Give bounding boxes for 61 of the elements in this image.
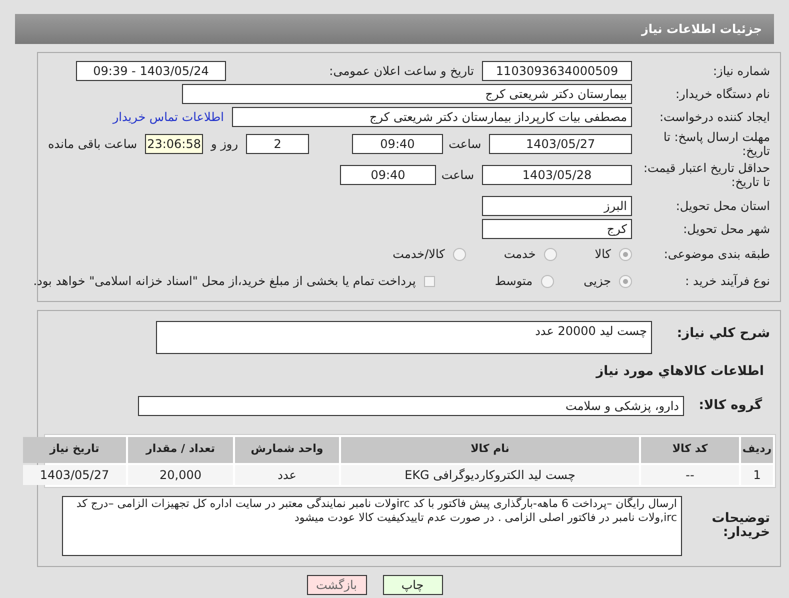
column-header: تعداد / مقدار [128,436,233,462]
checkbox-label: پرداخت تمام یا بخشی از مبلغ خرید،از محل "اسناد خزانه اسلامی" خواهد بود. [33,273,416,290]
radio-label: جزیی [584,273,611,290]
text-field[interactable]: دارو، پزشکی و سلامت [138,396,684,416]
radio-button[interactable] [619,248,632,260]
column-header: ردیف [741,436,773,462]
text-field[interactable]: کرج [482,219,632,239]
text-field[interactable]: 09:40 [352,134,444,154]
radio-button[interactable] [544,248,557,260]
time-label: ساعت [444,167,474,184]
field-label: استان محل تحویل: [674,199,770,213]
field-label: شرح کلي نياز: [676,327,770,341]
column-header: واحد شمارش [235,436,339,462]
radio-label: خدمت [504,246,536,263]
field-label: تاریخ و ساعت اعلان عمومی: [328,64,474,78]
field-label: گروه کالا: [698,398,762,412]
text-field[interactable]: 2 [246,134,310,154]
table-cell: عدد [235,464,339,484]
field-label: توضیحات خریدار: [710,512,770,540]
field-label: طبقه بندی موضوعی: [662,247,770,261]
field-label: نام دستگاه خریدار: [674,87,770,101]
text-field[interactable]: بیمارستان دکتر شریعتی کرج [182,84,632,104]
field-label: ایجاد کننده درخواست: [658,110,770,124]
table-cell: 20,000 [128,464,233,484]
print-button[interactable]: چاپ [382,574,442,594]
field-label: شهر محل تحویل: [682,222,770,236]
header-bar: جزئیات اطلاعات نیاز [15,14,774,44]
radio-button[interactable] [452,248,466,260]
field-label: شماره نیاز: [712,64,770,78]
days-label: روز و [211,136,238,153]
back-button[interactable]: بازگشت [306,574,366,594]
time-label: ساعت [451,136,482,153]
text-field[interactable]: 09:40 [340,165,436,185]
field-label: حداقل تاریخ اعتبار قیمت: تا تاریخ: [642,161,770,189]
text-field[interactable]: البرز [482,196,632,216]
radio-label: کالا [594,246,611,263]
column-header: کد کالا [641,436,739,462]
countdown-field[interactable]: 23:06:58 [145,134,204,154]
table-cell: 1 [741,464,773,484]
column-header: نام کالا [341,436,639,462]
remaining-label: ساعت باقی مانده [48,136,138,153]
table-cell: -- [641,464,739,484]
radio-label: کالا/خدمت [392,246,445,263]
contact-link[interactable]: اطلاعات تماس خریدار [112,108,224,126]
field-label: مهلت ارسال پاسخ: تا تاریخ: [662,130,770,158]
section-title: اطلاعات کالاهاي مورد نياز [594,363,764,381]
notes-textarea[interactable]: ارسال رایگان –پرداخت 6 ماهه-بارگذاری پیش فاکتور با کد ircولات نامبر نمایندگی معتبر در سایت اداره کل تجهیزات الزامی –درج کد irc,ولات نامبر در فاکتور اصلی الزامی . در صورت عدم تاییدکیفیت کالا عودت میشود [62,496,682,556]
text-field[interactable]: 1403/05/27 [489,134,632,154]
table-cell: 1403/05/27 [23,464,126,484]
radio-button[interactable] [619,274,632,288]
radio-label: متوسط [494,273,533,290]
field-label: نوع فرآیند خرید : [684,274,770,288]
radio-button[interactable] [540,274,554,288]
column-header: تاریخ نیاز [23,436,126,462]
table-cell: چست لید الکتروکاردیوگرافی EKG [341,464,639,484]
summary-textarea[interactable]: چست لید 20000 عدد [156,321,652,354]
text-field[interactable]: مصطفی بیات کارپرداز بیمارستان دکتر شریعتی کرج [232,107,632,127]
text-field[interactable]: 1403/05/24 - 09:39 [76,61,226,81]
checkbox[interactable] [424,276,435,286]
text-field[interactable]: 1103093634000509 [482,61,632,81]
text-field[interactable]: 1403/05/28 [482,165,632,185]
